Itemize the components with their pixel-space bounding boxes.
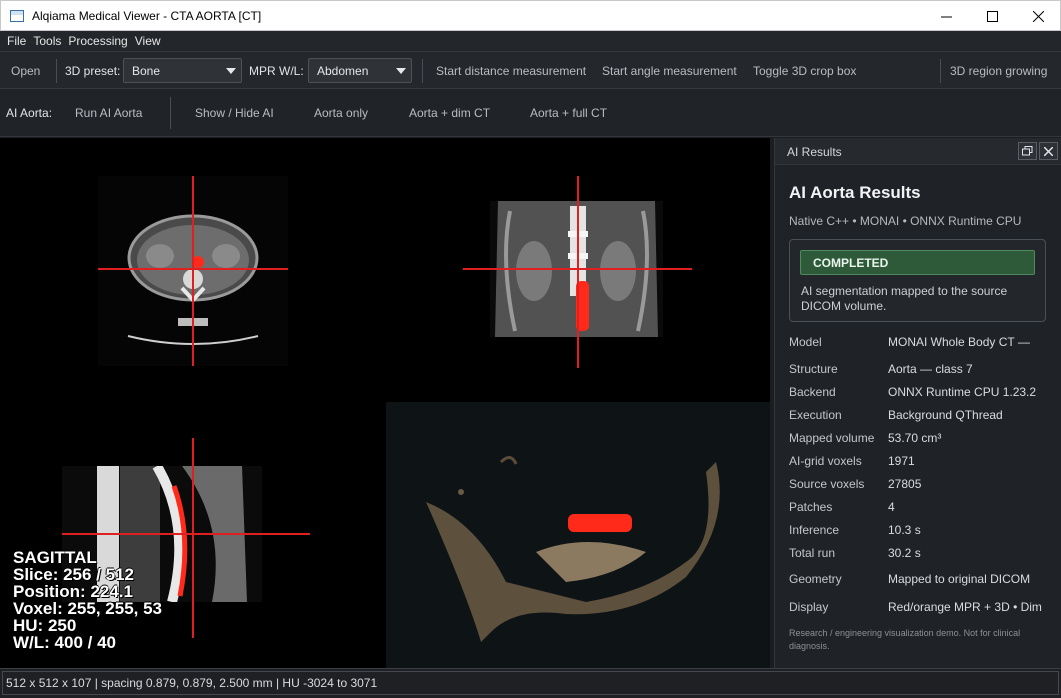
result-row: Mapped volume 53.70 cm³ (789, 431, 1049, 451)
result-row: Source voxels 27805 (789, 477, 1049, 497)
show-hide-ai-button[interactable]: Show / Hide AI (195, 89, 274, 137)
row-key: Total run (789, 546, 836, 560)
angle-measurement-button[interactable]: Start angle measurement (602, 52, 737, 89)
region-growing-button[interactable]: 3D region growing (950, 52, 1047, 89)
row-value: 4 (888, 500, 895, 514)
row-key: Mapped volume (789, 431, 875, 445)
crop-box-button[interactable]: Toggle 3D crop box (753, 52, 856, 89)
result-row: Execution Background QThread (789, 408, 1049, 428)
menu-tools[interactable]: Tools (33, 34, 61, 48)
aorta-full-ct-button[interactable]: Aorta + full CT (530, 89, 607, 137)
ai-aorta-label: AI Aorta: (6, 106, 53, 120)
results-title: AI Aorta Results (789, 183, 921, 202)
menu-processing[interactable]: Processing (68, 34, 127, 48)
mpr-select[interactable]: Abdomen (308, 58, 412, 83)
maximize-icon (986, 11, 998, 22)
app-icon (10, 9, 24, 22)
aorta-dim-ct-button[interactable]: Aorta + dim CT (409, 89, 490, 137)
open-button[interactable]: Open (11, 52, 40, 89)
result-row: AI-grid voxels 1971 (789, 454, 1049, 474)
preset-label: 3D preset: (65, 63, 121, 78)
chevron-down-icon (226, 68, 236, 74)
row-value: Red/orange MPR + 3D • Dim (888, 600, 1042, 614)
result-row: Inference 10.3 s (789, 523, 1049, 543)
result-row: Structure Aorta — class 7 (789, 362, 1049, 382)
restore-icon (1022, 146, 1033, 156)
image-viewport[interactable]: SAGITTAL Slice: 256 / 512 Position: 224.… (0, 138, 770, 668)
row-value: MONAI Whole Body CT — (888, 335, 1030, 349)
aorta-only-button[interactable]: Aorta only (314, 89, 368, 137)
row-key: Patches (789, 500, 833, 514)
status-badge: COMPLETED (800, 250, 1035, 275)
float-panel-button[interactable] (1018, 142, 1037, 160)
preset-select[interactable]: Bone (123, 58, 242, 83)
row-key: Display (789, 600, 829, 614)
row-value: 53.70 cm³ (888, 431, 942, 445)
main-toolbar: Open 3D preset: Bone MPR W/L: Abdomen St… (0, 52, 1061, 89)
toolbar-divider (422, 59, 423, 83)
row-key: Execution (789, 408, 842, 422)
menu-file[interactable]: File (7, 34, 26, 48)
minimize-icon (940, 16, 952, 18)
result-row: Display Red/orange MPR + 3D • Dim (789, 600, 1049, 620)
preset-select-value: Bone (132, 63, 161, 78)
voxel-readout: Voxel: 255, 255, 53 (13, 599, 163, 618)
chevron-down-icon (396, 68, 406, 74)
mpr-select-value: Abdomen (317, 63, 369, 78)
slice-info-overlay: SAGITTAL Slice: 256 / 512 Position: 224.… (13, 549, 162, 651)
toolbar-divider (170, 97, 171, 129)
row-key: Model (789, 335, 822, 349)
row-value: 30.2 s (888, 546, 921, 560)
run-ai-button[interactable]: Run AI Aorta (75, 89, 142, 137)
result-row: Patches 4 (789, 500, 1049, 520)
row-value: Aorta — class 7 (888, 362, 973, 376)
row-value: Background QThread (888, 408, 1003, 422)
maximize-button[interactable] (969, 1, 1015, 32)
close-icon (1032, 11, 1044, 22)
toolbar-divider (940, 59, 941, 83)
row-value: Mapped to original DICOM (888, 572, 1031, 586)
menu-view[interactable]: View (135, 34, 161, 48)
minimize-button[interactable] (923, 1, 969, 32)
result-row: Backend ONNX Runtime CPU 1.23.2 (789, 385, 1049, 405)
result-row: Total run 30.2 s (789, 546, 1049, 566)
position-readout: Position: 224.1 (13, 582, 133, 601)
close-window-button[interactable] (1015, 1, 1061, 32)
volume-info: 512 x 512 x 107 | spacing 0.879, 0.879, … (2, 671, 1059, 695)
ai-toolbar: AI Aorta: Run AI Aorta Show / Hide AI Ao… (0, 89, 1061, 137)
slice-readout: Slice: 256 / 512 (13, 565, 134, 584)
close-panel-button[interactable] (1039, 142, 1058, 160)
result-row: Model MONAI Whole Body CT — (789, 335, 1049, 355)
row-key: Structure (789, 362, 838, 376)
status-message: AI segmentation mapped to the source DIC… (801, 284, 1008, 313)
window-level-readout: W/L: 400 / 40 (13, 633, 116, 652)
toolbar-divider (56, 59, 57, 83)
disclaimer: Research / engineering visualization dem… (789, 628, 1021, 651)
row-key: Inference (789, 523, 840, 537)
row-value: 27805 (888, 477, 922, 491)
distance-measurement-button[interactable]: Start distance measurement (436, 52, 586, 89)
mpr-label: MPR W/L: (249, 63, 304, 78)
window-title: Alqiama Medical Viewer - CTA AORTA [CT] (32, 8, 262, 23)
panel-title: AI Results (787, 145, 842, 159)
view-name: SAGITTAL (13, 548, 97, 567)
ai-results-panel: AI Results AI Aorta Results Native C++ •… (774, 138, 1061, 668)
row-value: 1971 (888, 454, 915, 468)
panel-header: AI Results (775, 138, 1061, 165)
row-key: Backend (789, 385, 836, 399)
row-key: Geometry (789, 572, 842, 586)
close-icon (1044, 146, 1053, 156)
hu-readout: HU: 250 (13, 616, 77, 635)
row-key: AI-grid voxels (789, 454, 862, 468)
menu-bar: File Tools Processing View (0, 31, 1061, 52)
row-key: Source voxels (789, 477, 865, 491)
status-bar: 512 x 512 x 107 | spacing 0.879, 0.879, … (0, 668, 1061, 698)
title-bar: Alqiama Medical Viewer - CTA AORTA [CT] (0, 0, 1061, 31)
results-subtitle: Native C++ • MONAI • ONNX Runtime CPU (789, 214, 1022, 228)
row-value: ONNX Runtime CPU 1.23.2 (888, 385, 1037, 399)
row-value: 10.3 s (888, 523, 921, 537)
result-row: Geometry Mapped to original DICOM (789, 572, 1049, 592)
status-card: COMPLETED AI segmentation mapped to the … (789, 239, 1046, 322)
